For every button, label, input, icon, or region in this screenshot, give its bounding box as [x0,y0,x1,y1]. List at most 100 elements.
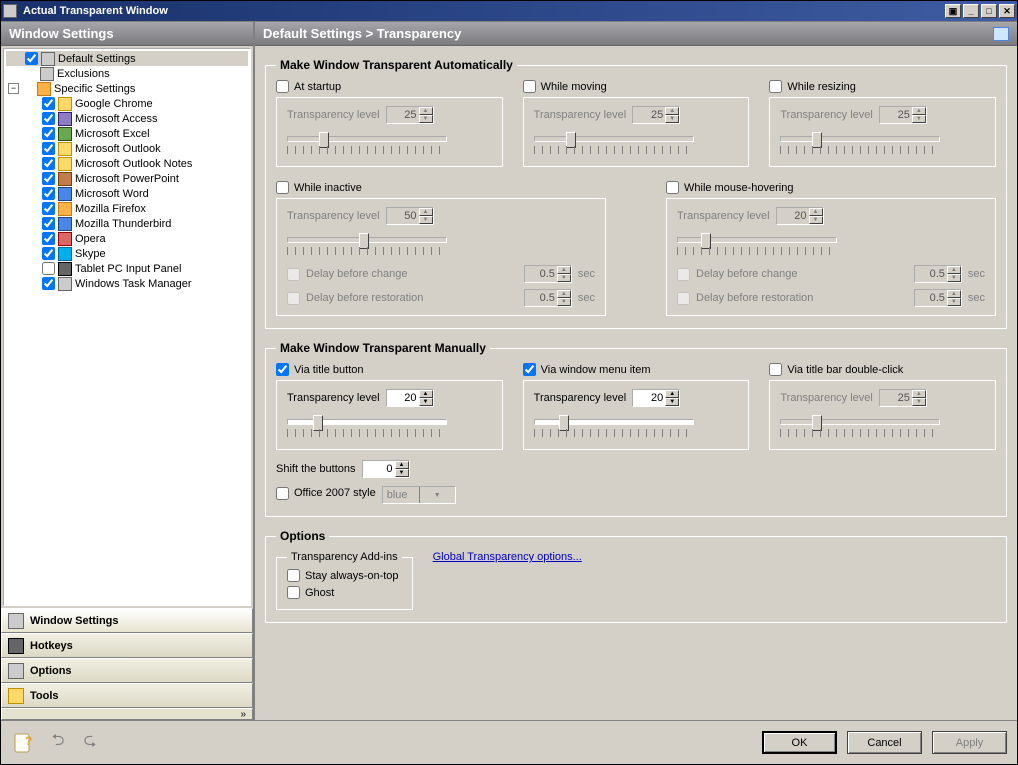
global-options-link[interactable]: Global Transparency options... [433,551,582,563]
collapse-icon[interactable]: − [8,83,19,94]
level-slider[interactable] [780,130,940,158]
tree-default-check[interactable] [25,52,38,65]
delay-spinner[interactable]: ▲▼ [914,265,962,283]
spin-down-icon[interactable]: ▼ [665,115,679,123]
delay-restore-check[interactable] [677,292,690,305]
tree-item[interactable]: Mozilla Firefox [6,201,248,216]
shift-spinner[interactable]: ▲▼ [362,460,410,478]
tree-item[interactable]: Tablet PC Input Panel [6,261,248,276]
tree-item-check[interactable] [42,232,55,245]
spin-down-icon[interactable]: ▼ [947,274,961,282]
menuitem-check[interactable]: Via window menu item [523,363,750,376]
ghost-check[interactable]: Ghost [287,586,402,599]
spin-up-icon[interactable]: ▲ [912,390,926,398]
spin-down-icon[interactable]: ▼ [557,298,571,306]
hover-check[interactable]: While mouse-hovering [666,181,996,194]
startup-check[interactable]: At startup [276,80,503,93]
spin-up-icon[interactable]: ▲ [947,290,961,298]
level-spinner[interactable]: ▲▼ [386,207,434,225]
window-icon[interactable] [993,27,1009,41]
spin-down-icon[interactable]: ▼ [395,469,409,477]
inactive-check[interactable]: While inactive [276,181,606,194]
tree-item-check[interactable] [42,262,55,275]
tree-item[interactable]: Microsoft Word [6,186,248,201]
delay-spinner[interactable]: ▲▼ [524,289,572,307]
extra-button[interactable]: ▣ [945,4,961,18]
tree-item-check[interactable] [42,277,55,290]
level-spinner[interactable]: ▲▼ [386,106,434,124]
level-spinner[interactable]: ▲▼ [632,106,680,124]
spin-down-icon[interactable]: ▼ [912,398,926,406]
level-slider[interactable] [534,413,694,441]
spin-up-icon[interactable]: ▲ [557,290,571,298]
spin-up-icon[interactable]: ▲ [419,208,433,216]
spin-up-icon[interactable]: ▲ [809,208,823,216]
spin-up-icon[interactable]: ▲ [419,107,433,115]
spin-up-icon[interactable]: ▲ [665,107,679,115]
tree-item-check[interactable] [42,112,55,125]
moving-check[interactable]: While moving [523,80,750,93]
tree-item-check[interactable] [42,97,55,110]
level-slider[interactable] [534,130,694,158]
tree-item-check[interactable] [42,157,55,170]
level-spinner[interactable]: ▲▼ [776,207,824,225]
tree-item-check[interactable] [42,142,55,155]
nav-tools[interactable]: Tools [1,683,253,708]
delay-spinner[interactable]: ▲▼ [524,265,572,283]
level-spinner[interactable]: ▲▼ [632,389,680,407]
close-button[interactable]: ✕ [999,4,1015,18]
spin-up-icon[interactable]: ▲ [419,390,433,398]
spin-up-icon[interactable]: ▲ [395,461,409,469]
tree-item[interactable]: Microsoft Excel [6,126,248,141]
nav-hotkeys[interactable]: Hotkeys [1,633,253,658]
nav-options[interactable]: Options [1,658,253,683]
tree-item[interactable]: Microsoft Access [6,111,248,126]
apply-button[interactable]: Apply [932,731,1007,754]
titlebtn-check[interactable]: Via title button [276,363,503,376]
tree-item-check[interactable] [42,202,55,215]
spin-down-icon[interactable]: ▼ [912,115,926,123]
undo-icon[interactable]: ⮌ [47,732,69,754]
tree-item-check[interactable] [42,127,55,140]
level-slider[interactable] [780,413,940,441]
help-icon[interactable]: ? [11,730,37,756]
spin-down-icon[interactable]: ▼ [419,398,433,406]
tree-item[interactable]: Windows Task Manager [6,276,248,291]
office-check[interactable]: Office 2007 style [276,487,376,500]
stay-ontop-check[interactable]: Stay always-on-top [287,569,402,582]
tree-item[interactable]: Microsoft Outlook Notes [6,156,248,171]
resizing-check[interactable]: While resizing [769,80,996,93]
tree-item[interactable]: Opera [6,231,248,246]
spin-up-icon[interactable]: ▲ [912,107,926,115]
delay-restore-check[interactable] [287,292,300,305]
ok-button[interactable]: OK [762,731,837,754]
dblclick-check[interactable]: Via title bar double-click [769,363,996,376]
level-slider[interactable] [287,231,447,259]
spin-down-icon[interactable]: ▼ [947,298,961,306]
tree-item[interactable]: Mozilla Thunderbird [6,216,248,231]
nav-window-settings[interactable]: Window Settings [1,608,253,633]
spin-up-icon[interactable]: ▲ [557,266,571,274]
delay-spinner[interactable]: ▲▼ [914,289,962,307]
tree-item[interactable]: Microsoft Outlook [6,141,248,156]
spin-up-icon[interactable]: ▲ [947,266,961,274]
delay-change-check[interactable] [287,268,300,281]
cancel-button[interactable]: Cancel [847,731,922,754]
delay-change-check[interactable] [677,268,690,281]
spin-down-icon[interactable]: ▼ [809,216,823,224]
level-slider[interactable] [677,231,837,259]
spin-down-icon[interactable]: ▼ [557,274,571,282]
nav-expand[interactable]: » [1,708,253,720]
spin-down-icon[interactable]: ▼ [419,115,433,123]
redo-icon[interactable]: ⮎ [79,732,101,754]
level-spinner[interactable]: ▲▼ [879,106,927,124]
tree-item-check[interactable] [42,247,55,260]
spin-down-icon[interactable]: ▼ [665,398,679,406]
level-spinner[interactable]: ▲▼ [386,389,434,407]
level-slider[interactable] [287,130,447,158]
level-slider[interactable] [287,413,447,441]
minimize-button[interactable]: _ [963,4,979,18]
tree-item[interactable]: Google Chrome [6,96,248,111]
spin-down-icon[interactable]: ▼ [419,216,433,224]
office-style-select[interactable]: blue▼ [382,486,456,504]
